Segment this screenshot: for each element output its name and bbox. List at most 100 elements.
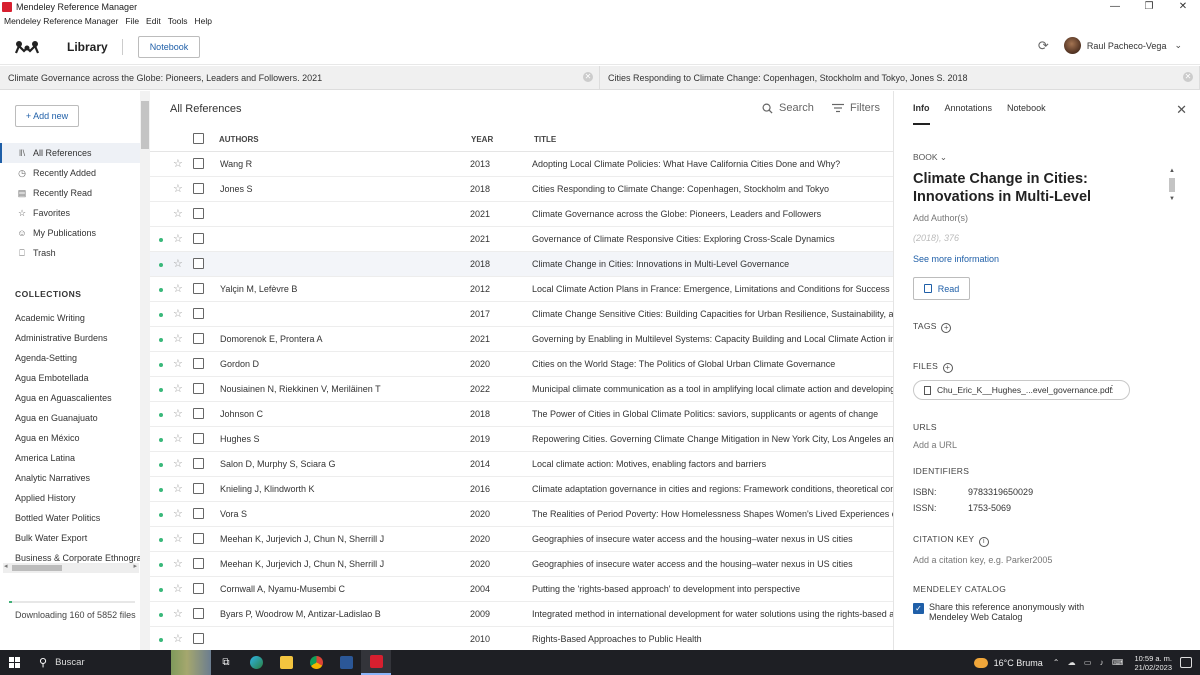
more-options-icon[interactable]: ⋮ — [1107, 384, 1117, 395]
select-all-checkbox[interactable] — [193, 133, 204, 144]
row-checkbox[interactable] — [193, 583, 204, 594]
favorite-star-icon[interactable]: ☆ — [173, 258, 183, 270]
collection-item[interactable]: Academic Writing — [15, 308, 150, 328]
row-checkbox[interactable] — [193, 333, 204, 344]
table-row[interactable]: ☆ 2018 Climate Change in Cities: Innovatio… — [150, 252, 893, 277]
column-authors[interactable]: AUTHORS — [219, 135, 259, 144]
favorite-star-icon[interactable]: ☆ — [173, 433, 183, 445]
favorite-star-icon[interactable]: ☆ — [173, 233, 183, 245]
table-row[interactable]: ☆ Knieling J, Klindworth K 2016 Climate ada… — [150, 477, 893, 502]
title-scrollbar[interactable]: ▲ ▼ — [1168, 168, 1176, 204]
collection-item[interactable]: Agua en Guanajuato — [15, 408, 150, 428]
collection-item[interactable]: America Latina — [15, 448, 150, 468]
favorite-star-icon[interactable]: ☆ — [173, 358, 183, 370]
row-checkbox[interactable] — [193, 383, 204, 394]
table-row[interactable]: ☆ 2021 Governance of Climate Responsive Ci… — [150, 227, 893, 252]
scrollbar-thumb[interactable] — [1169, 178, 1175, 192]
favorite-star-icon[interactable]: ☆ — [173, 333, 183, 345]
favorite-star-icon[interactable]: ☆ — [173, 608, 183, 620]
table-row[interactable]: ☆ 2021 Climate Governance across the Globe… — [150, 202, 893, 227]
favorite-star-icon[interactable]: ☆ — [173, 483, 183, 495]
table-row[interactable]: ☆ Meehan K, Jurjevich J, Chun N, Sherrill… — [150, 552, 893, 577]
scroll-right-icon[interactable]: ▸ — [133, 562, 137, 570]
close-tab-icon[interactable]: ✕ — [1183, 72, 1193, 82]
sidebar-item-favorites[interactable]: ☆ Favorites — [0, 203, 140, 223]
row-checkbox[interactable] — [193, 308, 204, 319]
reference-meta[interactable]: (2018), 376 — [913, 233, 959, 243]
add-file-icon[interactable]: + — [942, 363, 953, 373]
table-row[interactable]: ☆ Domorenok E, Prontera A 2021 Governing by… — [150, 327, 893, 352]
menu-file[interactable]: File — [125, 16, 139, 26]
reference-title[interactable]: Climate Change in Cities: Innovations in… — [913, 170, 1163, 206]
isbn-value[interactable]: 9783319650029 — [968, 487, 1033, 497]
open-tab-2[interactable]: Cities Responding to Climate Change: Cop… — [600, 66, 1200, 90]
table-row[interactable]: ☆ Gordon D 2020 Cities on the World Stage: … — [150, 352, 893, 377]
sidebar-item-all-references[interactable]: ‖\ All References — [0, 143, 140, 163]
list-vertical-scrollbar[interactable] — [140, 91, 150, 650]
attached-file[interactable]: Chu_Eric_K__Hughes_...evel_governance.pd… — [913, 380, 1130, 400]
scroll-up-icon[interactable]: ▲ — [1169, 168, 1175, 174]
row-checkbox[interactable] — [193, 608, 204, 619]
notebook-button[interactable]: Notebook — [137, 35, 201, 58]
collection-item[interactable]: Agua Embotellada — [15, 368, 150, 388]
scrollbar-thumb[interactable] — [141, 101, 149, 149]
menu-tools[interactable]: Tools — [168, 16, 188, 26]
close-panel-icon[interactable]: ✕ — [1176, 102, 1187, 118]
column-year[interactable]: YEAR — [471, 135, 493, 144]
citation-key-input[interactable]: Add a citation key, e.g. Parker2005 — [913, 555, 1052, 565]
favorite-star-icon[interactable]: ☆ — [173, 408, 183, 420]
maximize-button[interactable]: ❐ — [1132, 0, 1166, 14]
taskbar-search[interactable]: ⚲ Buscar — [39, 656, 169, 669]
table-row[interactable]: ☆ 2010 Rights-Based Approaches to Public H… — [150, 627, 893, 650]
favorite-star-icon[interactable]: ☆ — [173, 558, 183, 570]
read-button[interactable]: Read — [913, 277, 970, 300]
menu-help[interactable]: Help — [195, 16, 212, 26]
sidebar-item-recently-read[interactable]: ▤ Recently Read — [0, 183, 140, 203]
mendeley-taskbar-icon[interactable] — [361, 650, 391, 675]
minimize-button[interactable]: — — [1098, 0, 1132, 14]
table-row[interactable]: ☆ Vora S 2020 The Realities of Period Pover… — [150, 502, 893, 527]
see-more-link[interactable]: See more information — [913, 254, 999, 264]
scroll-left-icon[interactable]: ◂ — [4, 562, 8, 570]
close-window-button[interactable]: ✕ — [1166, 0, 1200, 14]
add-new-button[interactable]: + Add new — [15, 105, 79, 127]
menu-app[interactable]: Mendeley Reference Manager — [4, 16, 118, 26]
scroll-down-icon[interactable]: ▼ — [1169, 196, 1175, 202]
favorite-star-icon[interactable]: ☆ — [173, 383, 183, 395]
close-tab-icon[interactable]: ✕ — [583, 72, 593, 82]
collection-item[interactable]: Analytic Narratives — [15, 468, 150, 488]
table-row[interactable]: ☆ Nousiainen N, Riekkinen V, Meriläinen T… — [150, 377, 893, 402]
row-checkbox[interactable] — [193, 433, 204, 444]
collection-item[interactable]: Agua en Aguascalientes — [15, 388, 150, 408]
tab-notebook[interactable]: Notebook — [1007, 103, 1046, 125]
favorite-star-icon[interactable]: ☆ — [173, 633, 183, 645]
add-tag-icon[interactable]: + — [941, 323, 952, 333]
favorite-star-icon[interactable]: ☆ — [173, 308, 183, 320]
scrollbar-thumb[interactable] — [12, 565, 62, 571]
favorite-star-icon[interactable]: ☆ — [173, 533, 183, 545]
row-checkbox[interactable] — [193, 258, 204, 269]
tab-info[interactable]: Info — [913, 103, 930, 125]
table-row[interactable]: ☆ Meehan K, Jurjevich J, Chun N, Sherrill… — [150, 527, 893, 552]
filters-button[interactable]: Filters — [832, 102, 880, 114]
word-icon[interactable] — [331, 650, 361, 675]
favorite-star-icon[interactable]: ☆ — [173, 283, 183, 295]
reference-type-select[interactable]: BOOK ⌄ — [913, 152, 947, 163]
avatar[interactable] — [1063, 37, 1081, 54]
row-checkbox[interactable] — [193, 558, 204, 569]
row-checkbox[interactable] — [193, 283, 204, 294]
row-checkbox[interactable] — [193, 483, 204, 494]
table-row[interactable]: ☆ Johnson C 2018 The Power of Cities in Glo… — [150, 402, 893, 427]
clock[interactable]: 10:59 a. m. 21/02/2023 — [1134, 654, 1172, 672]
collection-item[interactable]: Administrative Burdens — [15, 328, 150, 348]
table-row[interactable]: ☆ Yalçin M, Lefèvre B 2012 Local Climate Ac… — [150, 277, 893, 302]
collection-item[interactable]: Agenda-Setting — [15, 348, 150, 368]
row-checkbox[interactable] — [193, 458, 204, 469]
share-checkbox[interactable]: ✓ — [913, 603, 924, 614]
open-tab-1[interactable]: Climate Governance across the Globe: Pio… — [0, 66, 600, 90]
row-checkbox[interactable] — [193, 208, 204, 219]
notifications-icon[interactable] — [1180, 657, 1192, 668]
favorite-star-icon[interactable]: ☆ — [173, 508, 183, 520]
table-row[interactable]: ☆ Cornwall A, Nyamu-Musembi C 2004 Putting … — [150, 577, 893, 602]
tab-annotations[interactable]: Annotations — [945, 103, 993, 125]
